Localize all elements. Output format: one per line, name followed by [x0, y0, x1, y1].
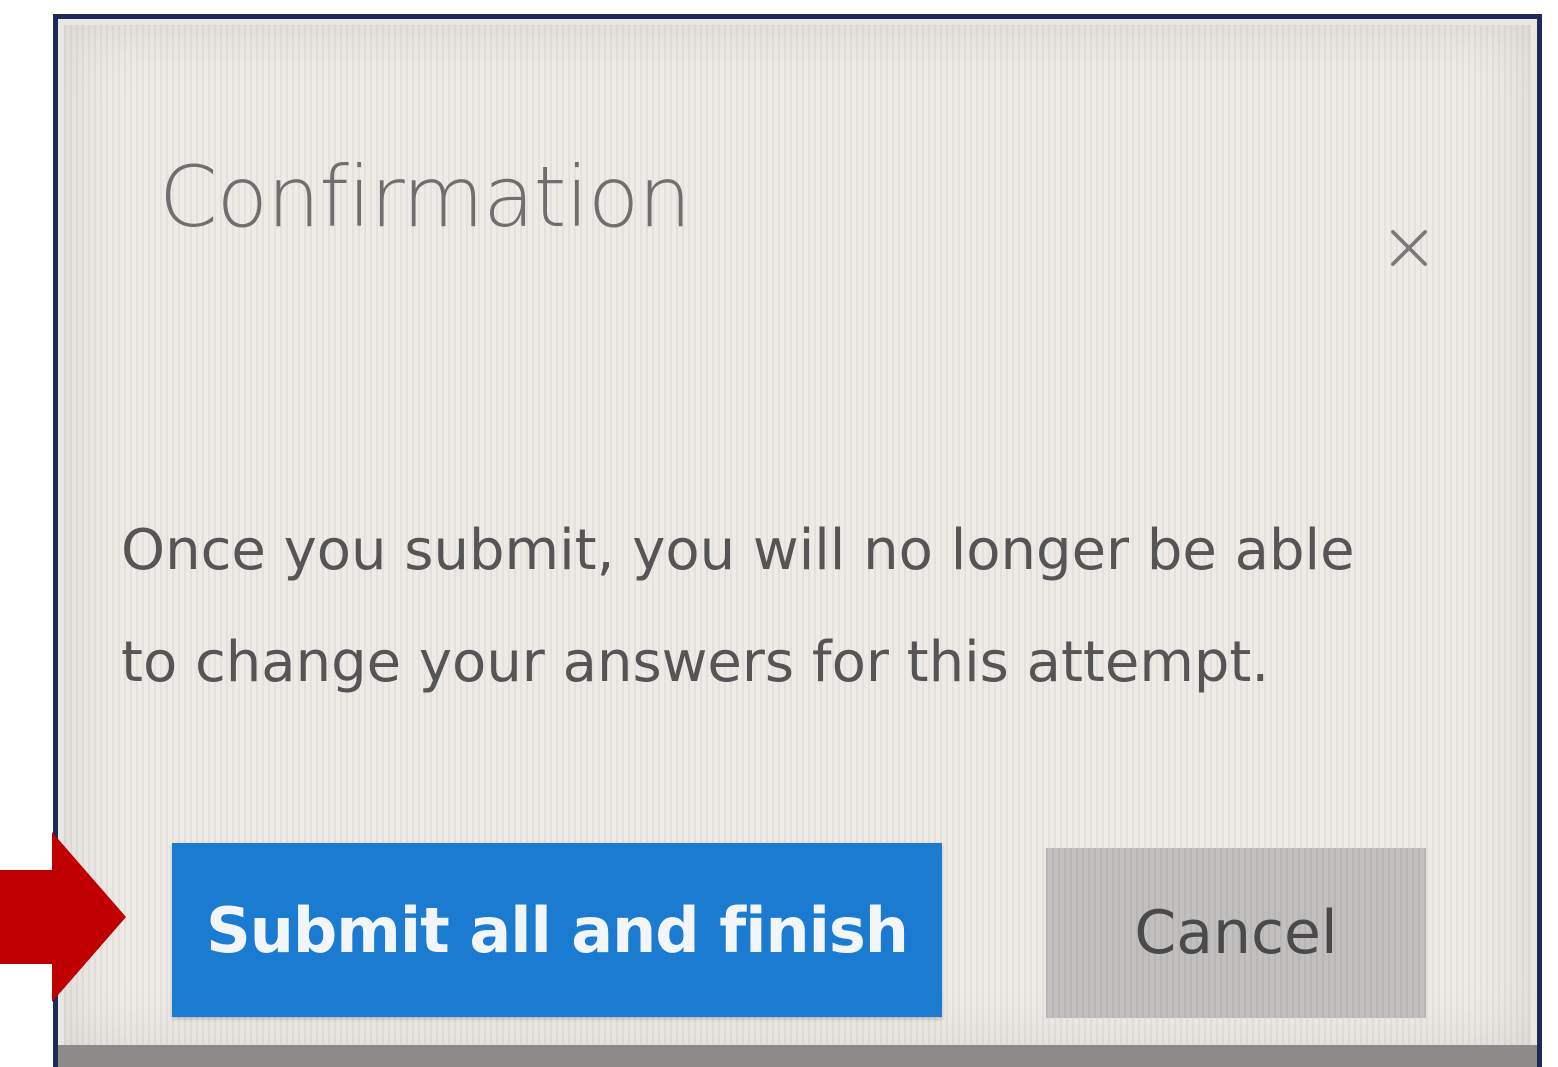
- close-icon: [1391, 230, 1427, 266]
- dialog-title: Confirmation: [159, 148, 691, 246]
- screenshot-frame: Confirmation Once you submit, you will n…: [53, 14, 1542, 1067]
- background-strip: [58, 1045, 1537, 1067]
- confirmation-dialog: Confirmation Once you submit, you will n…: [64, 25, 1531, 1049]
- dialog-message: Once you submit, you will no longer be a…: [121, 518, 1355, 695]
- cancel-button[interactable]: Cancel: [1046, 848, 1426, 1018]
- arrow-right-icon: [0, 832, 126, 1002]
- submit-all-and-finish-button[interactable]: Submit all and finish: [172, 843, 942, 1017]
- close-button[interactable]: [1374, 213, 1444, 283]
